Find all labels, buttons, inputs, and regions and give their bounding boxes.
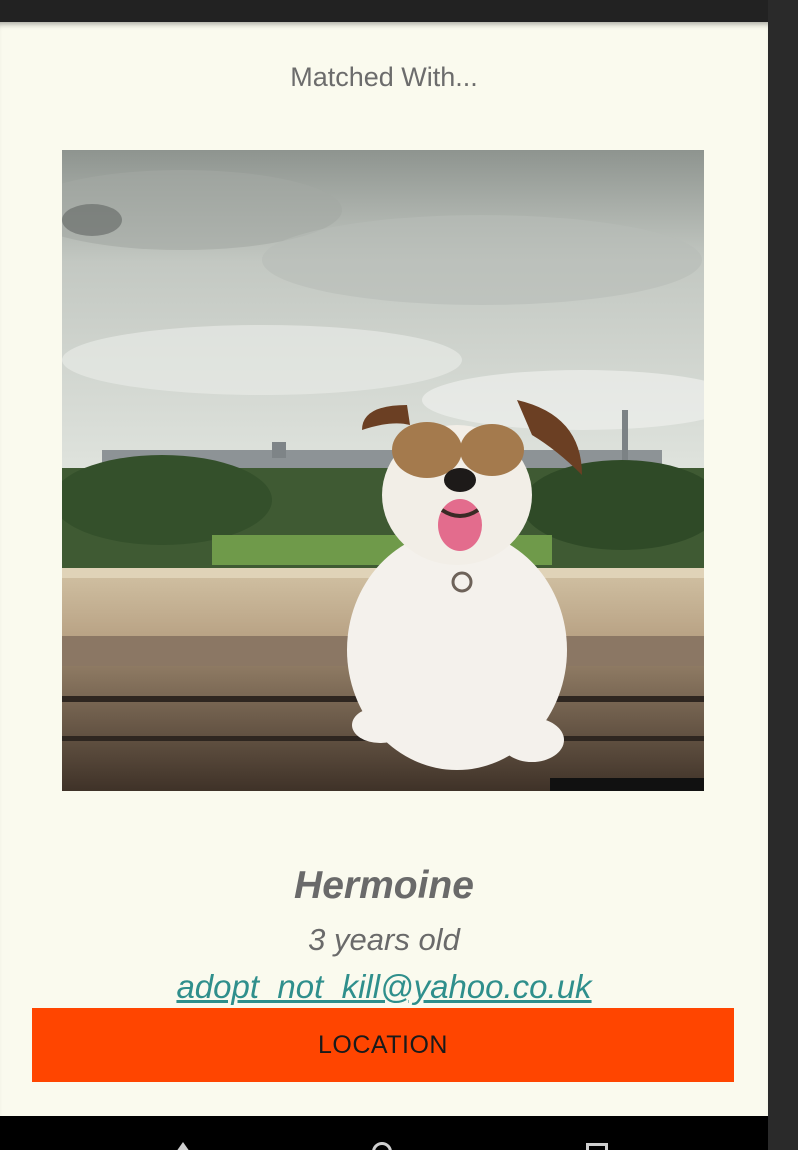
back-icon[interactable] (170, 1140, 196, 1150)
screen-edge (768, 0, 798, 1150)
app-window: Matched With... Hermoine 3 years old ado… (0, 0, 798, 1150)
home-icon[interactable] (370, 1140, 396, 1150)
system-nav-bar (0, 1116, 768, 1150)
page-title: Matched With... (290, 62, 478, 92)
pet-photo (62, 150, 704, 791)
contact-email-link[interactable]: adopt_not_kill@yahoo.co.uk (0, 968, 768, 1006)
recents-icon[interactable] (584, 1140, 610, 1150)
location-button[interactable]: LOCATION (32, 1008, 734, 1082)
action-bar (0, 0, 768, 22)
pet-age: 3 years old (308, 922, 460, 957)
pet-name: Hermoine (294, 864, 474, 907)
match-screen: Matched With... Hermoine 3 years old ado… (0, 22, 768, 1116)
